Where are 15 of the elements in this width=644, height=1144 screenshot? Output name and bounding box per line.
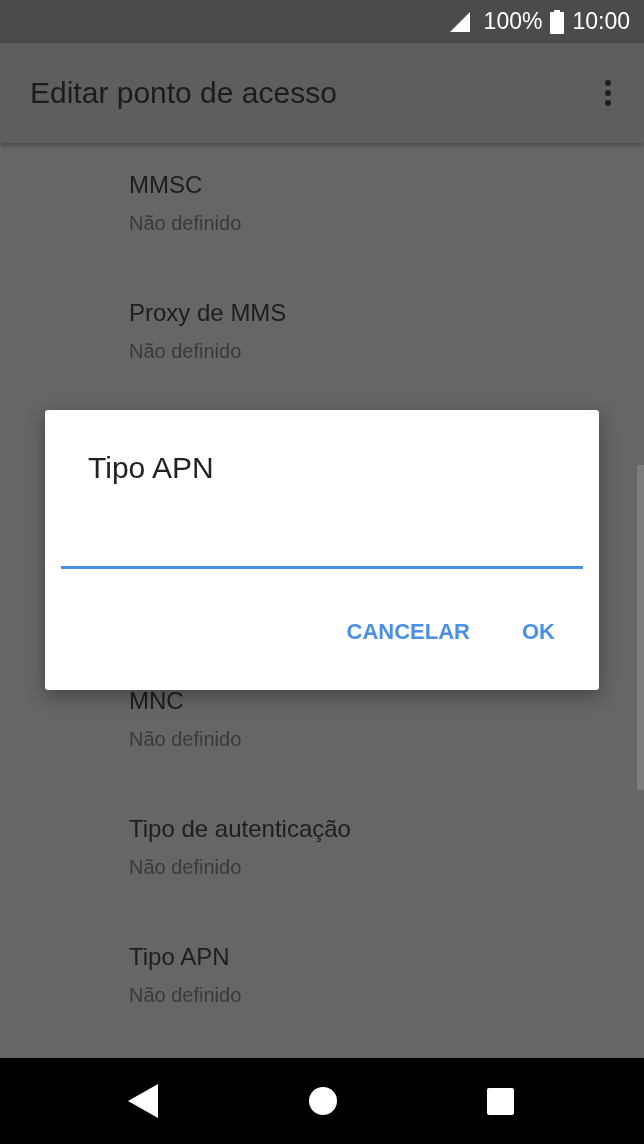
dialog-title: Tipo APN: [88, 450, 215, 486]
setting-title[interactable]: Proxy de MMS: [129, 297, 644, 329]
clock: 10:00: [572, 8, 630, 35]
screen-title: Editar ponto de acesso: [30, 76, 337, 110]
back-icon[interactable]: [128, 1084, 158, 1118]
battery-icon: [550, 9, 565, 34]
setting-title[interactable]: Tipo de autenticação: [129, 813, 644, 845]
dialog-button[interactable]: CANCELAR: [330, 609, 486, 655]
home-icon[interactable]: [307, 1086, 338, 1116]
recents-icon[interactable]: [487, 1087, 514, 1115]
more-options-icon[interactable]: [604, 79, 612, 107]
setting-title[interactable]: MMSC: [129, 169, 644, 201]
setting-title[interactable]: Tipo APN: [129, 941, 644, 973]
battery-percentage: 100%: [483, 8, 543, 35]
dialog-button[interactable]: OK: [506, 609, 571, 655]
